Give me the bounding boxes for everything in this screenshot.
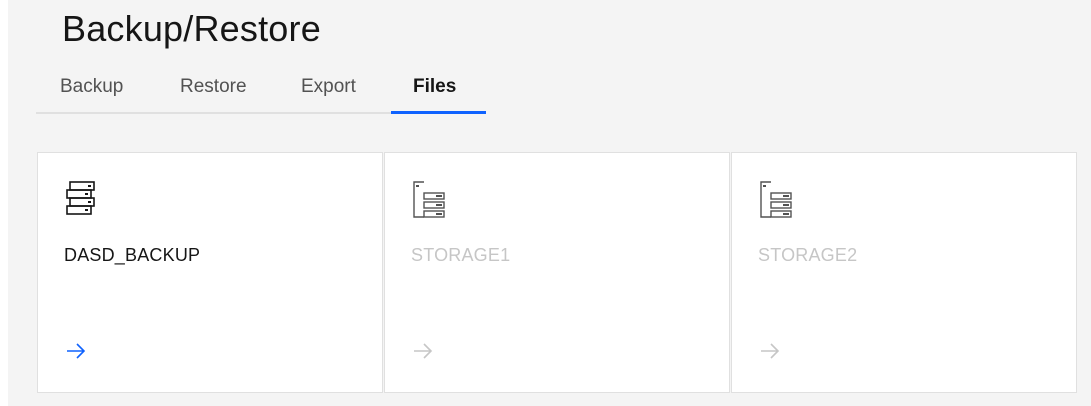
storage-rack-icon <box>760 181 792 218</box>
active-tab-indicator <box>391 111 486 114</box>
tile-label: STORAGE2 <box>758 245 858 265</box>
tile-storage1[interactable]: STORAGE1 <box>384 152 730 393</box>
tab-bar: Backup Restore Export Files <box>36 68 486 114</box>
page-title: Backup/Restore <box>62 8 321 49</box>
server-stack-icon <box>66 181 95 215</box>
arrow-right-icon <box>67 343 86 359</box>
tab-restore[interactable]: Restore <box>180 76 247 98</box>
tab-files[interactable]: Files <box>413 76 456 98</box>
tile-storage2[interactable]: STORAGE2 <box>731 152 1077 393</box>
storage-rack-icon <box>413 181 445 218</box>
arrow-right-icon <box>761 343 780 359</box>
tab-backup[interactable]: Backup <box>60 76 123 98</box>
tab-export[interactable]: Export <box>301 76 356 98</box>
tile-label: DASD_BACKUP <box>64 245 201 265</box>
tile-dasd-backup[interactable]: DASD_BACKUP <box>37 152 383 393</box>
tile-label: STORAGE1 <box>411 245 511 265</box>
arrow-right-icon <box>414 343 433 359</box>
